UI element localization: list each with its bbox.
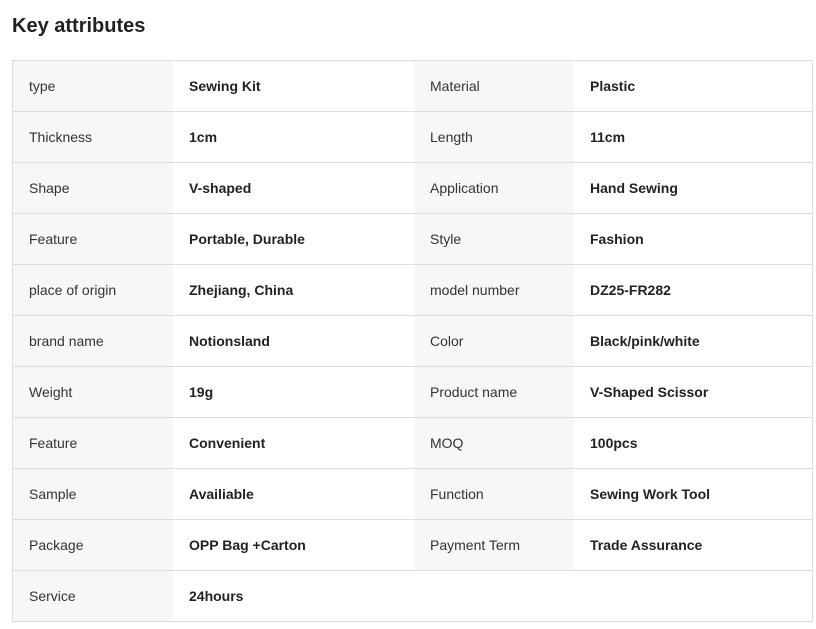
attribute-key: type	[13, 61, 173, 111]
table-row: Weight 19g Product name V-Shaped Scissor	[13, 366, 812, 417]
attribute-value: Zhejiang, China	[173, 265, 414, 315]
attribute-key: Color	[414, 316, 574, 366]
table-row: Service 24hours	[13, 570, 812, 621]
attribute-key: Length	[414, 112, 574, 162]
attribute-key: Product name	[414, 367, 574, 417]
attribute-value: 1cm	[173, 112, 414, 162]
attribute-value: 11cm	[574, 112, 812, 162]
table-row: type Sewing Kit Material Plastic	[13, 61, 812, 111]
attribute-value: Sewing Kit	[173, 61, 414, 111]
table-row: Package OPP Bag +Carton Payment Term Tra…	[13, 519, 812, 570]
table-row: Feature Convenient MOQ 100pcs	[13, 417, 812, 468]
attribute-key: Feature	[13, 418, 173, 468]
attribute-value: V-Shaped Scissor	[574, 367, 812, 417]
table-row: Feature Portable, Durable Style Fashion	[13, 213, 812, 264]
attributes-table: type Sewing Kit Material Plastic Thickne…	[12, 60, 813, 622]
attribute-value: Sewing Work Tool	[574, 469, 812, 519]
attribute-key: Sample	[13, 469, 173, 519]
table-row: Thickness 1cm Length 11cm	[13, 111, 812, 162]
attribute-value: Fashion	[574, 214, 812, 264]
table-row: brand name Notionsland Color Black/pink/…	[13, 315, 812, 366]
attribute-value: Convenient	[173, 418, 414, 468]
section-title: Key attributes	[12, 15, 146, 37]
attribute-key: Material	[414, 61, 574, 111]
attribute-value: Black/pink/white	[574, 316, 812, 366]
attribute-value: Trade Assurance	[574, 520, 812, 570]
table-row: place of origin Zhejiang, China model nu…	[13, 264, 812, 315]
attribute-key: brand name	[13, 316, 173, 366]
attribute-key: Thickness	[13, 112, 173, 162]
attribute-key: Weight	[13, 367, 173, 417]
attribute-key: Style	[414, 214, 574, 264]
attribute-value: Plastic	[574, 61, 812, 111]
attribute-value: Hand Sewing	[574, 163, 812, 213]
attribute-key: place of origin	[13, 265, 173, 315]
attribute-key: model number	[414, 265, 574, 315]
attribute-value: DZ25-FR282	[574, 265, 812, 315]
attribute-key: Application	[414, 163, 574, 213]
attribute-value: 24hours	[173, 571, 414, 621]
attribute-value: 100pcs	[574, 418, 812, 468]
table-row: Sample Availiable Function Sewing Work T…	[13, 468, 812, 519]
attribute-key: Function	[414, 469, 574, 519]
attribute-key: Feature	[13, 214, 173, 264]
attribute-value: Availiable	[173, 469, 414, 519]
attribute-key: Service	[13, 571, 173, 621]
empty-cell	[414, 571, 574, 621]
attribute-key: Payment Term	[414, 520, 574, 570]
attribute-value: Portable, Durable	[173, 214, 414, 264]
empty-cell	[574, 571, 812, 621]
attribute-value: OPP Bag +Carton	[173, 520, 414, 570]
attribute-key: Package	[13, 520, 173, 570]
table-row: Shape V-shaped Application Hand Sewing	[13, 162, 812, 213]
attribute-value: V-shaped	[173, 163, 414, 213]
attribute-key: Shape	[13, 163, 173, 213]
attribute-key: MOQ	[414, 418, 574, 468]
attribute-value: 19g	[173, 367, 414, 417]
attribute-value: Notionsland	[173, 316, 414, 366]
